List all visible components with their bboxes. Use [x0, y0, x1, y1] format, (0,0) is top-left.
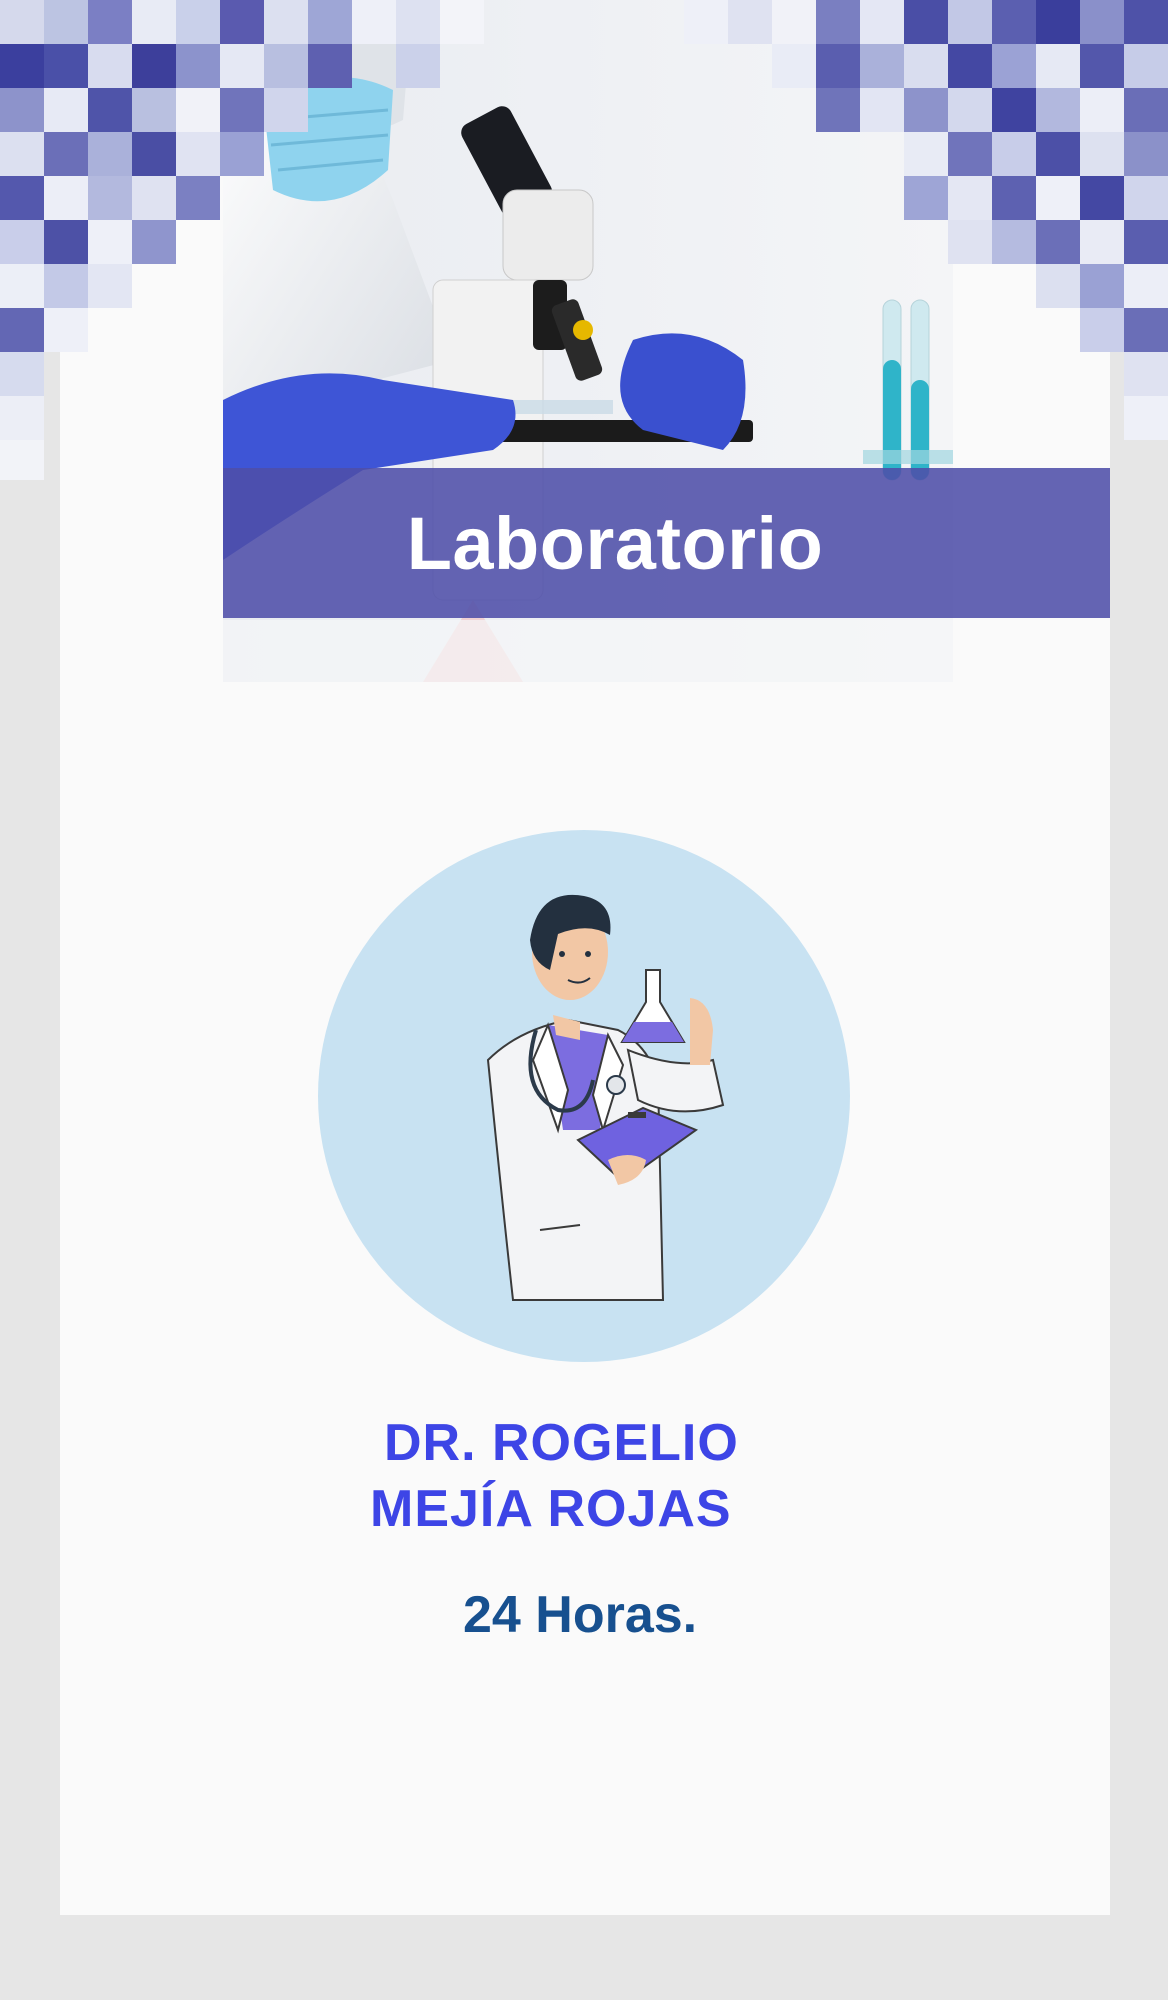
- page-title: Laboratorio: [406, 501, 824, 585]
- doctor-name-line-1: DR. ROGELIO: [384, 1414, 739, 1472]
- doctor-illustration-icon: [318, 830, 850, 1362]
- doctor-name-line-2: MEJÍA ROJAS: [370, 1480, 732, 1538]
- hours-label: 24 Horas.: [463, 1586, 698, 1644]
- doctor-name: DR. ROGELIO MEJÍA ROJAS: [300, 1410, 860, 1542]
- flyer: Laboratorio DR. ROGELIO MEJÍA ROJAS 24 H…: [0, 0, 1168, 2000]
